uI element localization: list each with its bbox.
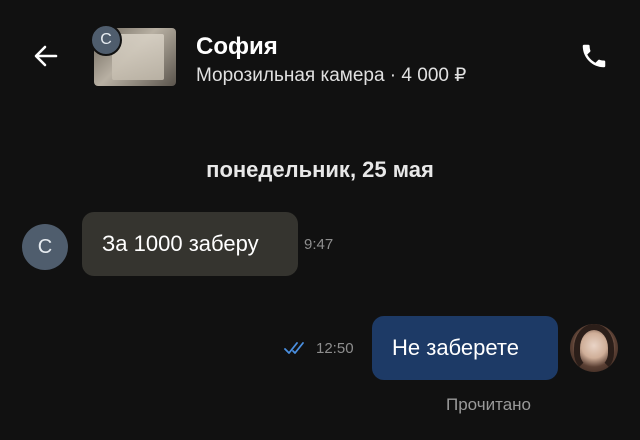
sender-avatar[interactable]: С <box>22 224 68 270</box>
incoming-message-bubble[interactable]: За 1000 заберу <box>82 212 298 276</box>
listing-title-price[interactable]: Морозильная камера · 4 000 ₽ <box>196 64 466 87</box>
double-check-icon <box>284 342 304 354</box>
own-avatar <box>570 324 618 372</box>
date-separator: понедельник, 25 мая <box>206 157 434 182</box>
outgoing-message-text: Не заберете <box>392 335 519 360</box>
sender-avatar-initial: С <box>37 235 53 258</box>
outgoing-message-time: 12:50 <box>316 340 354 357</box>
outgoing-message-bubble[interactable]: Не заберете <box>372 316 558 380</box>
phone-icon <box>582 44 606 68</box>
back-button[interactable] <box>26 36 66 76</box>
arrow-left-icon <box>34 45 58 67</box>
contact-avatar-initial: С <box>100 31 112 48</box>
own-avatar-photo <box>574 324 614 372</box>
incoming-message-time: 9:47 <box>304 236 334 253</box>
chat-screen: С София Морозильная камера · 4 000 ₽ пон… <box>0 0 640 440</box>
call-button[interactable] <box>574 36 614 76</box>
read-status: Прочитано <box>446 395 531 414</box>
incoming-message-text: За 1000 заберу <box>102 231 259 256</box>
contact-avatar[interactable]: С <box>90 24 122 56</box>
contact-name[interactable]: София <box>196 33 278 61</box>
